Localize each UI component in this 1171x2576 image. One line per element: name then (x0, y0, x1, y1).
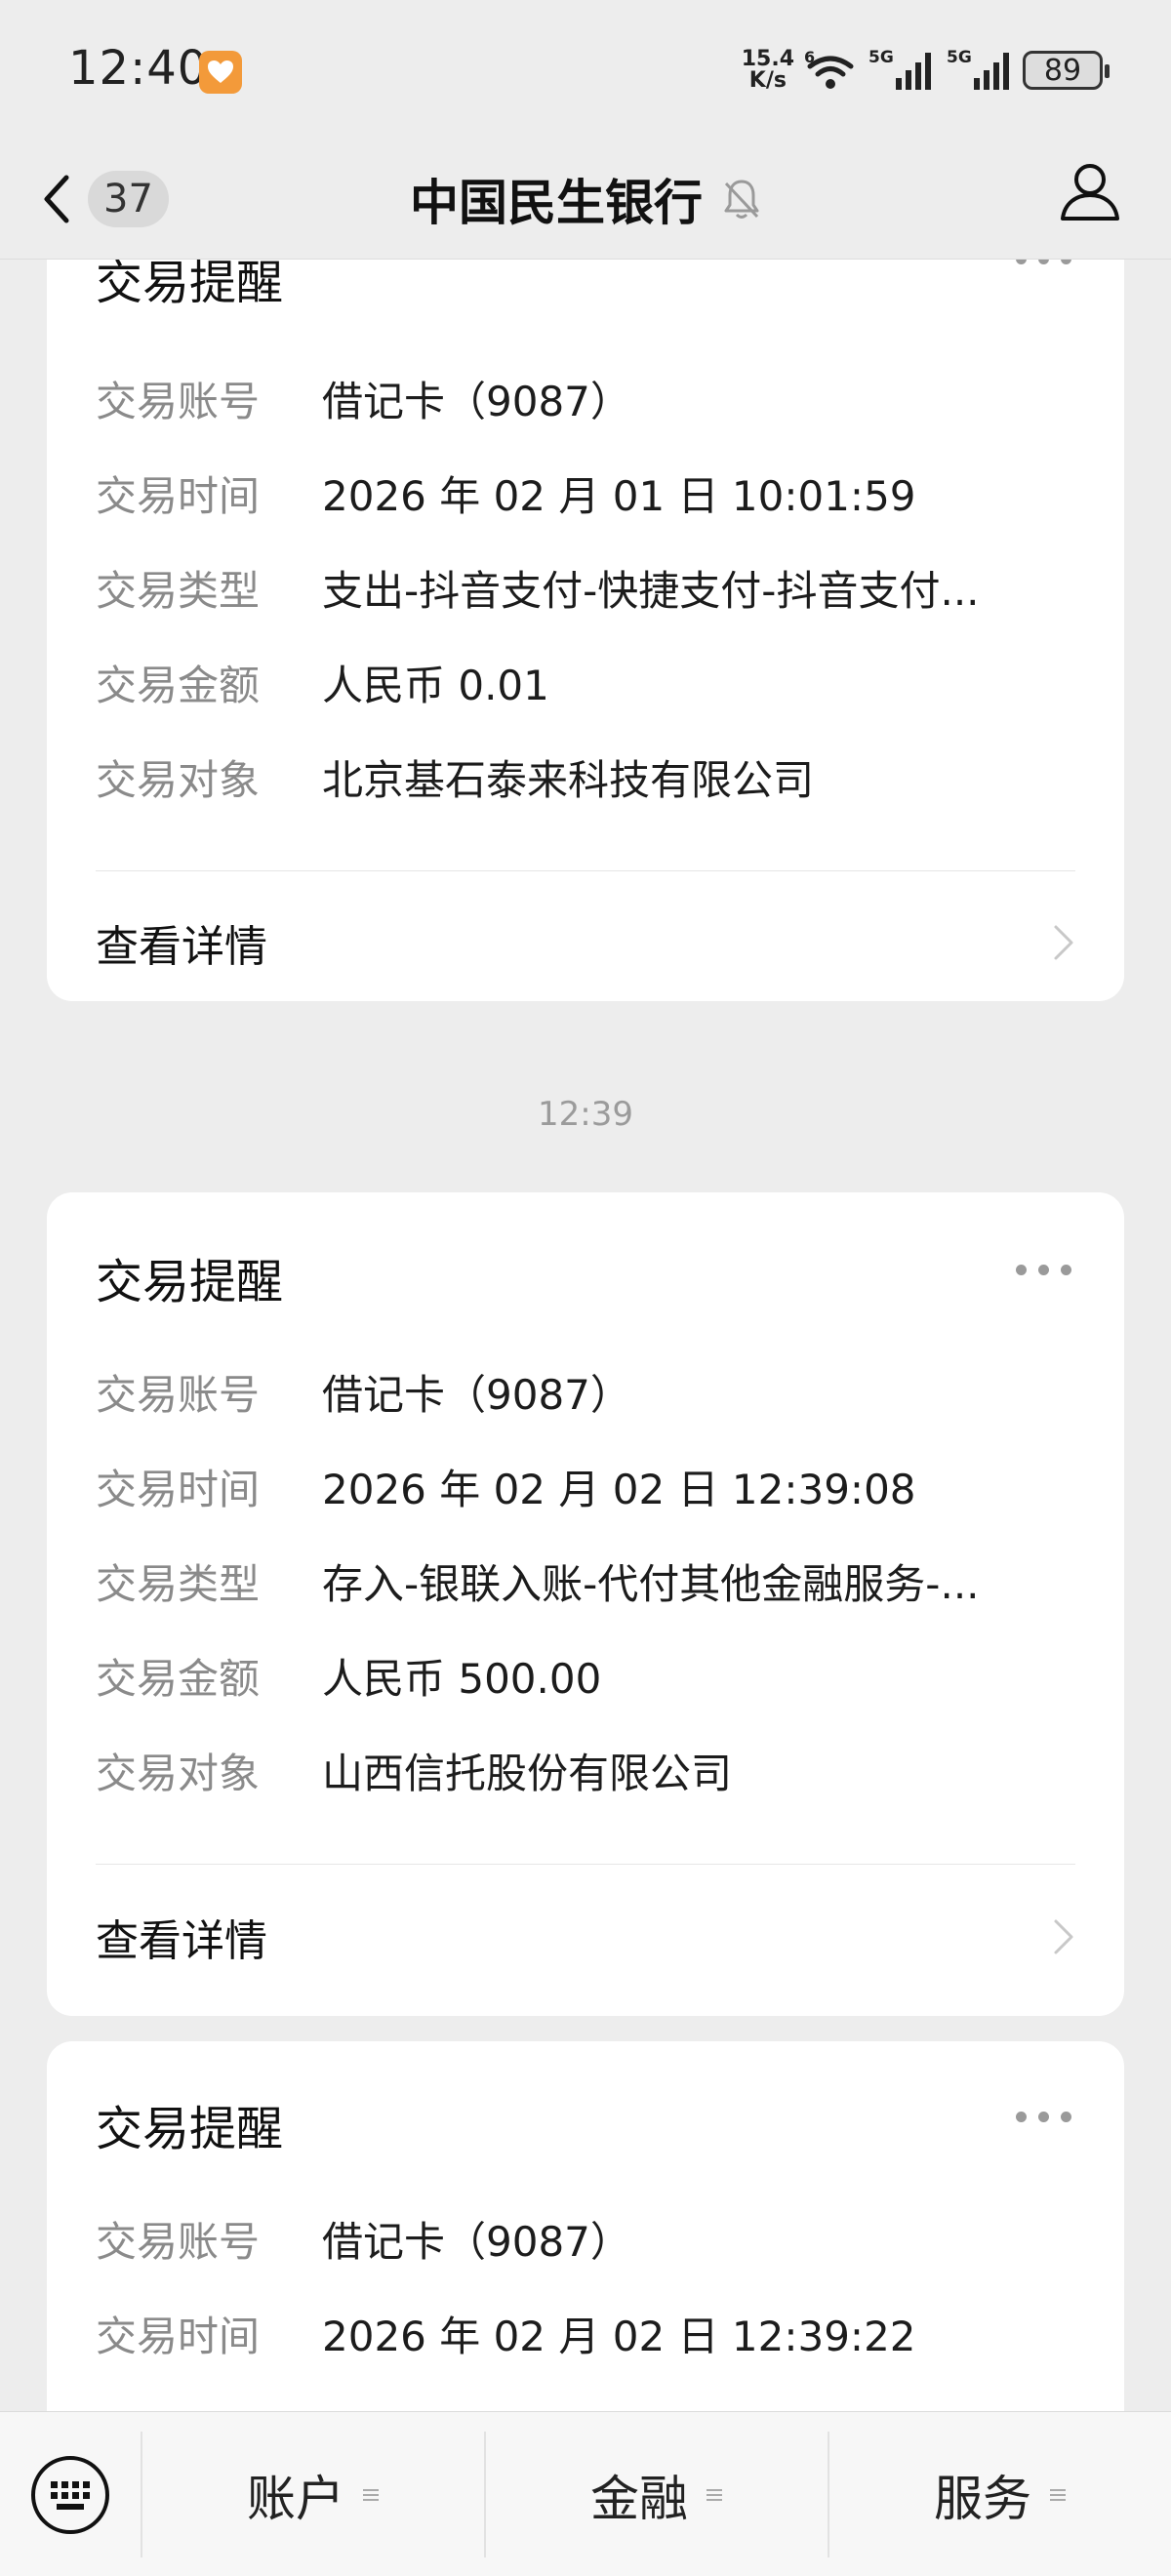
net-speed-unit: K/s (748, 68, 787, 93)
row-label: 交易时间 (96, 1465, 261, 1513)
view-details-link[interactable]: 查看详情 (96, 904, 1075, 982)
row-label: 交易账号 (96, 2217, 261, 2266)
row-account: 交易账号 借记卡（9087） (96, 369, 1075, 427)
keyboard-icon (31, 2455, 109, 2534)
chevron-right-icon (1054, 1919, 1073, 1954)
row-time: 交易时间 2026 年 02 月 02 日 12:39:08 (96, 1457, 1075, 1515)
signal-5g-icon: 5G (868, 48, 931, 90)
heart-app-icon (199, 51, 242, 94)
row-value: 山西信托股份有限公司 (322, 1749, 733, 1797)
row-value: 支出-抖音支付-快捷支付-抖音支付... (322, 566, 980, 615)
keyboard-toggle-button[interactable] (0, 2412, 141, 2576)
row-label: 交易类型 (96, 1559, 261, 1608)
signal-5g-icon-2: 5G (947, 48, 1009, 90)
row-counterparty: 交易对象 山西信托股份有限公司 (96, 1741, 1075, 1799)
submenu-lines-icon (707, 2488, 722, 2501)
card-title: 交易提醒 (96, 2102, 284, 2156)
row-time: 交易时间 2026 年 02 月 01 日 10:01:59 (96, 463, 1075, 522)
row-value: 人民币 0.01 (322, 661, 549, 709)
divider (96, 870, 1075, 871)
menu-account[interactable]: 账户 (141, 2432, 484, 2557)
header-title-group: 中国民生银行 (0, 162, 1171, 236)
row-amount: 交易金额 人民币 0.01 (96, 653, 1075, 711)
more-options-button[interactable] (1016, 2112, 1071, 2122)
transaction-card: 交易提醒 交易账号 借记卡（9087） 交易时间 2026 年 02 月 01 … (47, 260, 1124, 1001)
row-value: 借记卡（9087） (322, 377, 631, 425)
more-options-button[interactable] (1016, 260, 1071, 264)
transaction-card: 交易提醒 交易账号 借记卡（9087） 交易时间 2026 年 02 月 02 … (47, 1192, 1124, 2016)
network-speed: 15.4 K/s (742, 49, 794, 92)
signal-5g-label-1: 5G (868, 48, 894, 67)
transaction-card: 交易提醒 交易账号 借记卡（9087） 交易时间 2026 年 02 月 02 … (47, 2041, 1124, 2411)
menu-service[interactable]: 服务 (828, 2432, 1171, 2557)
view-details-link[interactable]: 查看详情 (96, 1898, 1075, 1976)
row-value: 2026 年 02 月 01 日 10:01:59 (322, 471, 916, 520)
page-title: 中国民生银行 (410, 175, 703, 231)
row-value: 借记卡（9087） (322, 1370, 631, 1419)
row-label: 交易对象 (96, 1749, 261, 1797)
row-label: 交易类型 (96, 566, 261, 615)
row-label: 交易时间 (96, 471, 261, 520)
row-label: 交易金额 (96, 1654, 261, 1703)
menu-label: 账户 (247, 2470, 344, 2527)
net-speed-value: 15.4 (741, 47, 794, 71)
row-label: 交易账号 (96, 1370, 261, 1419)
row-value: 2026 年 02 月 02 日 12:39:08 (322, 1465, 916, 1513)
row-value: 北京基石泰来科技有限公司 (322, 755, 815, 804)
row-label: 交易金额 (96, 661, 261, 709)
more-options-button[interactable] (1016, 1265, 1071, 1275)
row-counterparty: 交易对象 北京基石泰来科技有限公司 (96, 747, 1075, 806)
card-title: 交易提醒 (96, 260, 284, 310)
message-timestamp: 12:39 (538, 1095, 633, 1134)
view-details-label: 查看详情 (96, 922, 267, 972)
view-details-label: 查看详情 (96, 1916, 267, 1966)
wifi-icon: 6 (804, 49, 854, 89)
status-bar: 12:40 15.4 K/s 6 5G 5G 89 (0, 0, 1171, 142)
row-label: 交易对象 (96, 755, 261, 804)
row-label: 交易账号 (96, 377, 261, 425)
menu-label: 金融 (590, 2470, 688, 2527)
submenu-lines-icon (363, 2488, 379, 2501)
row-time: 交易时间 2026 年 02 月 02 日 12:39:22 (96, 2304, 1075, 2362)
message-list[interactable]: 交易提醒 交易账号 借记卡（9087） 交易时间 2026 年 02 月 01 … (0, 260, 1171, 2411)
mute-bell-icon (724, 180, 759, 219)
row-account: 交易账号 借记卡（9087） (96, 2209, 1075, 2268)
status-indicators: 15.4 K/s 6 5G 5G 89 (742, 43, 1110, 98)
row-value: 存入-银联入账-代付其他金融服务-... (322, 1559, 980, 1608)
bottom-menu-bar: 账户 金融 服务 (0, 2411, 1171, 2576)
divider (96, 1864, 1075, 1865)
row-label: 交易时间 (96, 2312, 261, 2360)
profile-button[interactable] (1058, 158, 1122, 226)
row-value: 人民币 500.00 (322, 1654, 602, 1703)
chevron-right-icon (1054, 925, 1073, 960)
menu-finance[interactable]: 金融 (484, 2432, 828, 2557)
row-type: 交易类型 支出-抖音支付-快捷支付-抖音支付... (96, 558, 1075, 617)
signal-5g-label-2: 5G (947, 48, 972, 67)
row-value: 借记卡（9087） (322, 2217, 631, 2266)
menu-label: 服务 (934, 2470, 1031, 2527)
row-value: 2026 年 02 月 02 日 12:39:22 (322, 2312, 916, 2360)
battery-indicator: 89 (1023, 51, 1110, 90)
card-title: 交易提醒 (96, 1255, 284, 1309)
row-account: 交易账号 借记卡（9087） (96, 1362, 1075, 1421)
status-time: 12:40 (68, 41, 209, 96)
person-icon (1061, 164, 1119, 221)
battery-level: 89 (1043, 53, 1082, 88)
submenu-lines-icon (1050, 2488, 1066, 2501)
row-type: 交易类型 存入-银联入账-代付其他金融服务-... (96, 1551, 1075, 1610)
row-amount: 交易金额 人民币 500.00 (96, 1646, 1075, 1705)
chat-header: 37 中国民生银行 (0, 142, 1171, 260)
